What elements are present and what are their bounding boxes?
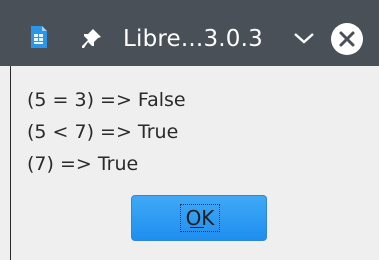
title-bar[interactable]: Libre...3.0.3 [0, 0, 379, 66]
pin-icon[interactable] [81, 27, 103, 49]
ok-button[interactable]: OK [131, 195, 267, 241]
document-icon [31, 26, 47, 48]
chevron-down-icon[interactable] [292, 30, 316, 46]
close-icon [339, 31, 355, 47]
message-dialog: Libre...3.0.3 (5 = 3) => False (5 < 7) =… [0, 0, 379, 260]
close-button[interactable] [331, 23, 363, 55]
window-title: Libre...3.0.3 [123, 26, 263, 52]
mnemonic-underline [190, 227, 204, 228]
message-line: (5 = 3) => False [27, 89, 186, 111]
message-line: (7) => True [27, 153, 139, 175]
focus-indicator: OK [180, 204, 220, 232]
dialog-content: (5 = 3) => False (5 < 7) => True (7) => … [10, 66, 379, 260]
message-line: (5 < 7) => True [27, 121, 179, 143]
